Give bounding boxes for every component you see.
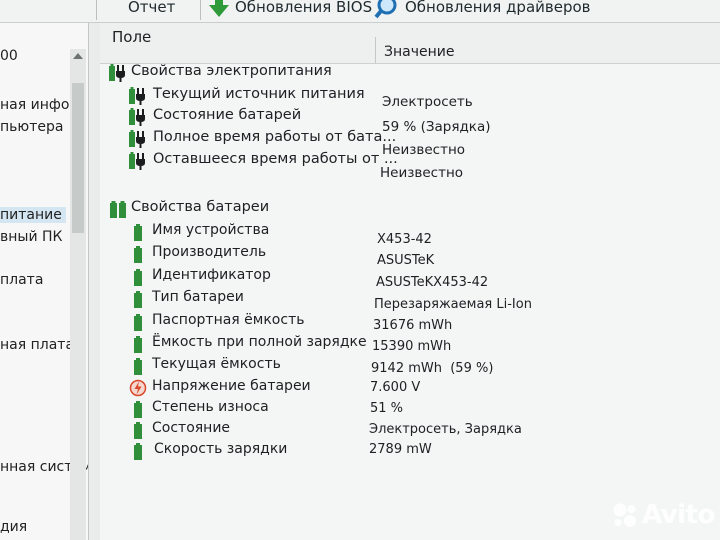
driver-update-label: Обновления драйверов <box>405 0 591 16</box>
property-value: 7.600 V <box>370 380 421 395</box>
tree-item[interactable]: дия <box>0 519 27 535</box>
toolbar-separator <box>200 0 201 20</box>
avito-watermark: Avito <box>612 500 715 530</box>
column-value-header[interactable]: Значение <box>384 44 454 60</box>
section-power-properties[interactable]: Свойства электропитания <box>100 63 720 83</box>
property-row[interactable]: Тип батареи Перезаряжаемая Li-Ion <box>100 289 720 312</box>
property-field: Идентификатор <box>152 267 271 283</box>
property-value: 2789 mW <box>369 442 432 457</box>
property-value: 15390 mWh <box>372 339 452 354</box>
property-field: Текущая ёмкость <box>152 356 281 372</box>
battery-icon <box>134 224 142 241</box>
property-row[interactable]: Оставшееся время работы от ... Неизвестн… <box>100 151 720 181</box>
battery-plug-icon <box>129 152 145 170</box>
tree-item[interactable]: 00 <box>0 48 18 64</box>
battery-icon <box>110 201 126 218</box>
property-field: Оставшееся время работы от ... <box>153 151 398 167</box>
property-row[interactable]: Производитель ASUSTeK <box>100 244 720 268</box>
property-row[interactable]: Идентификатор ASUSTeKX453-42 <box>100 267 720 290</box>
tree-item-power-selected[interactable]: питание <box>0 207 66 223</box>
property-field: Напряжение батареи <box>152 378 311 394</box>
driver-update-button[interactable]: Обновления драйверов <box>374 0 591 19</box>
property-value: ASUSTeK <box>377 253 435 268</box>
property-row[interactable]: Текущий источник питания Электросеть <box>100 86 720 110</box>
bios-update-label: Обновления BIOS <box>235 0 373 16</box>
battery-icon <box>134 246 142 263</box>
property-field: Производитель <box>152 244 267 260</box>
battery-plug-icon <box>109 64 125 82</box>
property-field: Ёмкость при полной зарядке <box>152 334 367 350</box>
tree-item[interactable]: пьютера <box>0 119 63 135</box>
driver-update-icon <box>374 0 397 19</box>
avito-wordmark: Avito <box>642 500 715 530</box>
column-divider[interactable] <box>375 37 376 63</box>
toolbar-separator <box>96 0 97 20</box>
property-row[interactable]: Паспортная ёмкость 31676 mWh <box>100 312 720 333</box>
property-value: Электросеть, Зарядка <box>369 422 522 437</box>
property-field: Имя устройства <box>152 222 270 238</box>
property-value: 31676 mWh <box>373 318 453 333</box>
property-field: Состояние батарей <box>153 107 302 123</box>
property-row[interactable]: Текущая ёмкость 9142 mWh (59 %) <box>100 356 720 376</box>
column-field-header[interactable]: Поле <box>112 28 151 46</box>
property-field: Степень износа <box>152 399 269 415</box>
property-value: Перезаряжаемая Li-Ion <box>374 297 532 312</box>
report-button[interactable]: Отчет <box>128 0 175 19</box>
battery-icon <box>134 314 142 331</box>
toolbar: Отчет Обновления BIOS Обновления драйвер… <box>0 0 720 23</box>
property-field: Полное время работы от бата... <box>153 129 397 145</box>
property-row[interactable]: Состояние батарей 59 % (Зарядка) <box>100 107 720 135</box>
property-row[interactable]: Скорость зарядки 2789 mW <box>100 441 720 461</box>
battery-plug-icon <box>129 130 145 148</box>
battery-icon <box>134 336 142 353</box>
battery-icon <box>134 358 142 375</box>
property-row[interactable]: Состояние Электросеть, Зарядка <box>100 420 720 440</box>
tree-item[interactable]: плата <box>0 272 43 288</box>
scroll-up-arrow-icon[interactable] <box>73 53 83 59</box>
bios-update-icon <box>209 0 229 17</box>
column-header: Поле Значение <box>100 23 720 64</box>
property-field: Состояние <box>152 420 231 436</box>
bios-update-button[interactable]: Обновления BIOS <box>208 0 372 19</box>
section-battery-properties[interactable]: Свойства батареи <box>100 199 720 219</box>
scrollbar-thumb[interactable] <box>72 83 84 233</box>
property-field: Скорость зарядки <box>154 441 288 457</box>
battery-plug-icon <box>129 87 145 105</box>
property-value: 51 % <box>370 401 404 416</box>
property-row[interactable]: Полное время работы от бата... Неизвестн… <box>100 129 720 158</box>
battery-icon <box>134 401 142 418</box>
property-value: ASUSTeKX453-42 <box>376 275 489 290</box>
battery-icon <box>134 443 142 460</box>
property-field: Тип батареи <box>152 289 244 305</box>
report-label: Отчет <box>128 0 176 16</box>
tree-scrollbar[interactable] <box>70 49 86 540</box>
tree-item[interactable]: вный ПК <box>0 229 62 245</box>
property-row[interactable]: Напряжение батареи 7.600 V <box>100 378 720 398</box>
battery-icon <box>134 269 142 286</box>
voltage-icon <box>129 379 147 397</box>
battery-icon <box>134 291 142 308</box>
battery-plug-icon <box>129 108 145 126</box>
tree-item[interactable]: ная плата <box>0 337 74 353</box>
property-row[interactable]: Имя устройства X453-42 <box>100 222 720 247</box>
property-row[interactable]: Степень износа 51 % <box>100 399 720 419</box>
avito-logo <box>613 503 636 527</box>
property-value: Неизвестно <box>380 165 464 181</box>
property-row[interactable]: Ёмкость при полной зарядке 15390 mWh <box>100 334 720 354</box>
property-value: 9142 mWh (59 %) <box>371 361 494 376</box>
navigation-tree: 00 ная инфор пьютера питание вный ПК пла… <box>0 23 89 540</box>
property-field: Текущий источник питания <box>153 86 365 102</box>
property-field: Паспортная ёмкость <box>152 312 305 328</box>
tree-item[interactable]: ная инфор <box>0 97 78 113</box>
properties-grid: Поле Значение Свойства электропитания Те… <box>100 23 720 540</box>
battery-icon <box>134 422 142 439</box>
section-title: Свойства батареи <box>131 199 270 215</box>
section-title: Свойства электропитания <box>131 63 332 79</box>
